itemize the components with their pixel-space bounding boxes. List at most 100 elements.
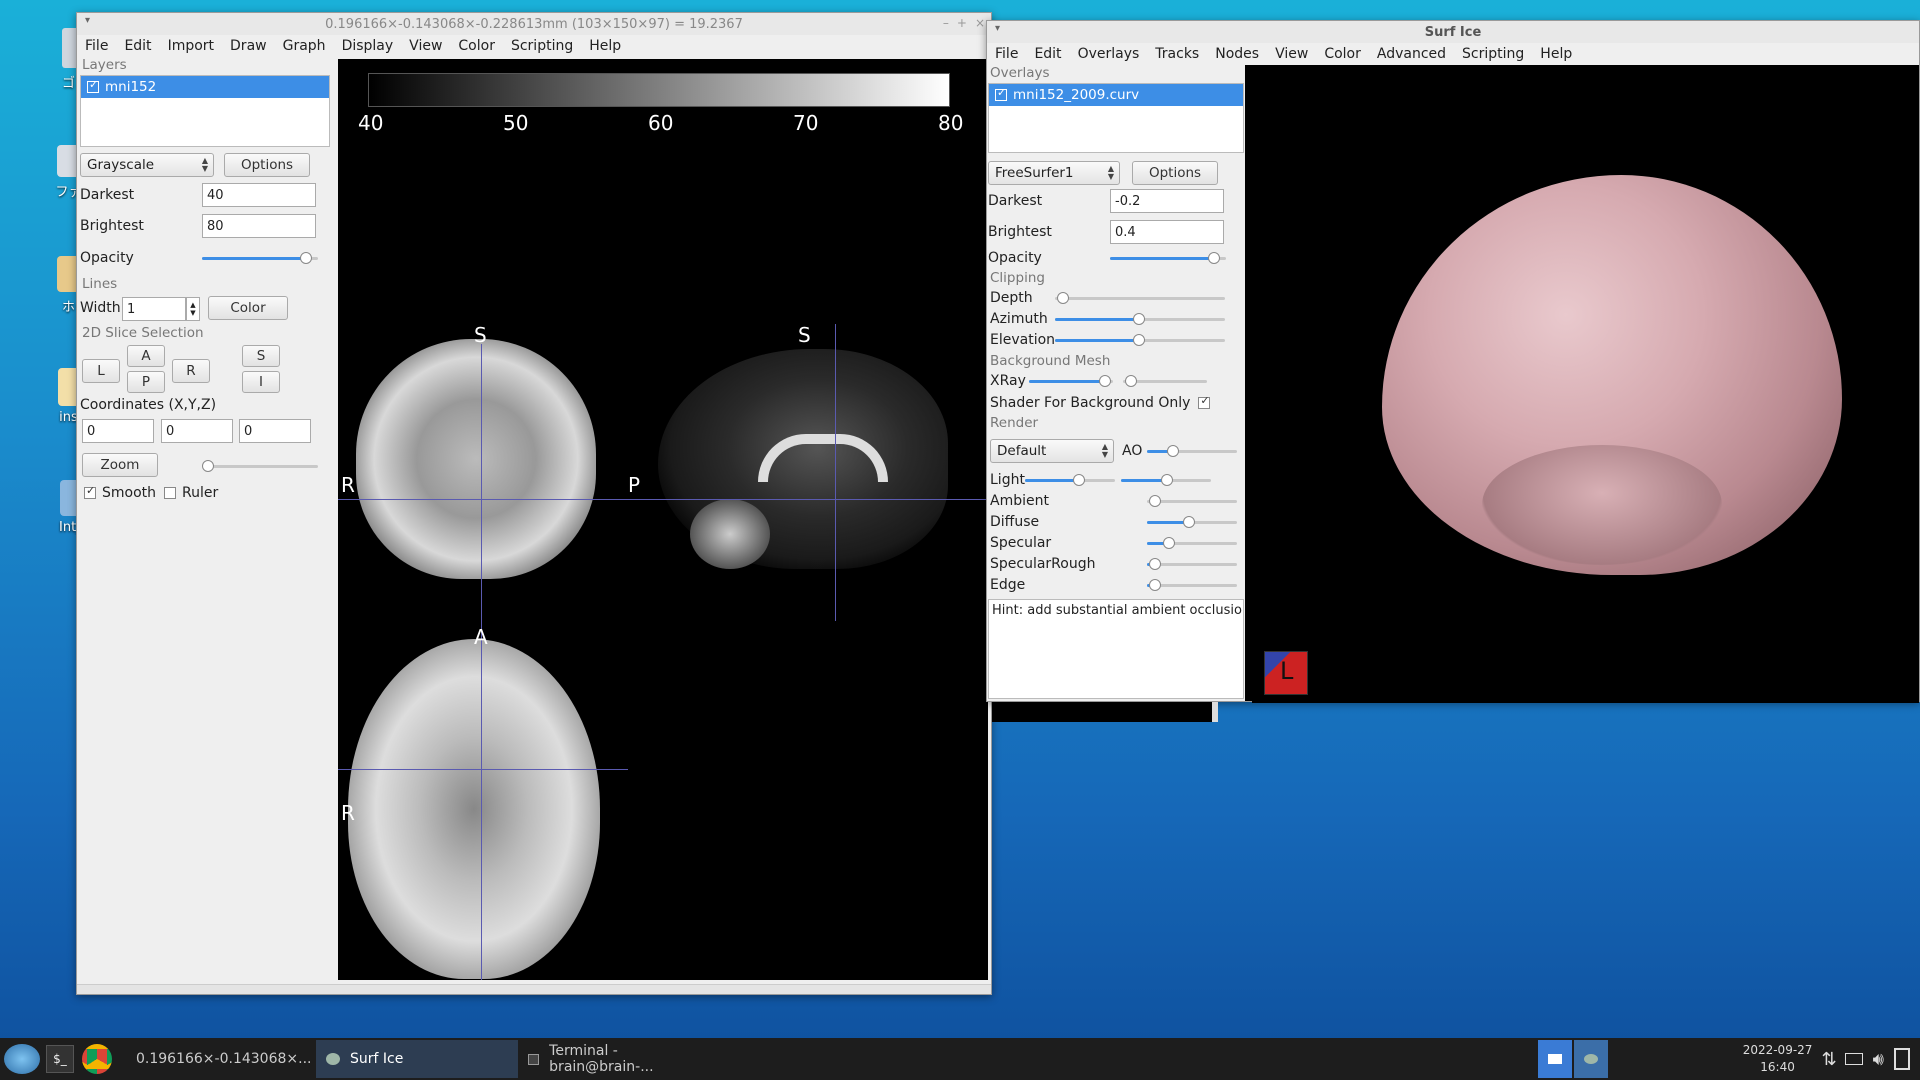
menu-overlays[interactable]: Overlays xyxy=(1070,46,1148,62)
slice-left-button[interactable]: L xyxy=(82,359,120,383)
menu-help[interactable]: Help xyxy=(581,38,629,54)
light-slider-b[interactable] xyxy=(1121,473,1211,487)
brightest-field[interactable]: 80 xyxy=(202,214,316,238)
zoom-slider[interactable] xyxy=(202,459,318,473)
menu-graph[interactable]: Graph xyxy=(275,38,334,54)
zoom-button[interactable]: Zoom xyxy=(82,453,158,477)
slice-posterior-button[interactable]: P xyxy=(127,371,165,393)
task-surfice[interactable]: Surf Ice xyxy=(316,1040,518,1078)
slice-anterior-button[interactable]: A xyxy=(127,345,165,367)
darkest-field[interactable]: 40 xyxy=(202,183,316,207)
darkest-field[interactable]: -0.2 xyxy=(1110,189,1224,213)
ruler-option[interactable]: Ruler xyxy=(164,485,218,501)
line-color-button[interactable]: Color xyxy=(208,296,288,320)
ambient-slider[interactable] xyxy=(1147,494,1237,508)
window-menu-icon[interactable]: ▾ xyxy=(995,23,1000,34)
shader-background-option[interactable]: Shader For Background Only xyxy=(990,394,1216,411)
menu-nodes[interactable]: Nodes xyxy=(1207,46,1267,62)
slice-superior-button[interactable]: S xyxy=(242,345,280,367)
slider-knob[interactable] xyxy=(1133,313,1145,325)
colormap-select[interactable]: Grayscale ▲ ▼ xyxy=(80,153,214,177)
menu-color[interactable]: Color xyxy=(450,38,503,54)
smooth-checkbox[interactable] xyxy=(84,484,96,499)
slice-inferior-button[interactable]: I xyxy=(242,371,280,393)
terminal-launcher-icon[interactable]: $_ xyxy=(46,1045,74,1073)
line-width-field[interactable]: 1 xyxy=(122,297,186,321)
xray-slider-b[interactable] xyxy=(1123,374,1207,388)
menu-draw[interactable]: Draw xyxy=(222,38,275,54)
overlay-visible-checkbox[interactable] xyxy=(995,86,1007,101)
coord-z-field[interactable]: 0 xyxy=(239,419,311,443)
menu-file[interactable]: File xyxy=(987,46,1026,62)
slider-knob[interactable] xyxy=(1183,516,1195,528)
menu-scripting[interactable]: Scripting xyxy=(1454,46,1532,62)
slider-knob[interactable] xyxy=(1163,537,1175,549)
slider-knob[interactable] xyxy=(1149,579,1161,591)
start-menu-icon[interactable] xyxy=(4,1044,40,1074)
clock[interactable]: 2022-09-27 16:40 xyxy=(1738,1042,1818,1076)
smooth-option[interactable]: Smooth xyxy=(84,484,156,501)
slice-viewer-canvas[interactable]: 40 50 60 70 80 S R P S A R xyxy=(338,59,988,980)
slider-knob[interactable] xyxy=(1099,375,1111,387)
ruler-checkbox[interactable] xyxy=(164,487,176,499)
workspace-1[interactable] xyxy=(1537,1040,1572,1078)
minimize-icon[interactable]: – xyxy=(943,16,949,30)
depth-slider[interactable] xyxy=(1055,291,1225,305)
window-menu-icon[interactable]: ▾ xyxy=(85,15,90,26)
maximize-icon[interactable]: + xyxy=(957,16,967,30)
menu-import[interactable]: Import xyxy=(160,38,222,54)
slider-knob[interactable] xyxy=(1161,474,1173,486)
overlays-list[interactable]: mni152_2009.curv xyxy=(988,83,1244,153)
overlay-options-button[interactable]: Options xyxy=(1132,161,1218,185)
xray-slider-a[interactable] xyxy=(1029,374,1113,388)
slider-knob[interactable] xyxy=(1167,445,1179,457)
layer-visible-checkbox[interactable] xyxy=(87,78,99,93)
layer-options-button[interactable]: Options xyxy=(224,153,310,177)
slider-knob[interactable] xyxy=(1149,495,1161,507)
light-slider-a[interactable] xyxy=(1025,473,1115,487)
menu-help[interactable]: Help xyxy=(1532,46,1580,62)
menu-scripting[interactable]: Scripting xyxy=(503,38,581,54)
slider-knob[interactable] xyxy=(202,460,214,472)
network-icon[interactable]: ⇅ xyxy=(1822,1049,1837,1070)
volume-icon[interactable]: 🔊︎ xyxy=(1873,1049,1884,1070)
overlay-opacity-slider[interactable] xyxy=(1110,251,1226,265)
shader-background-checkbox[interactable] xyxy=(1198,394,1211,409)
specular-rough-slider[interactable] xyxy=(1147,557,1237,571)
overlay-item[interactable]: mni152_2009.curv xyxy=(989,84,1243,106)
task-mricrogl[interactable]: 0.196166×-0.143068×... xyxy=(118,1040,316,1078)
chrome-icon[interactable] xyxy=(82,1044,112,1074)
line-width-stepper[interactable]: ▲ ▼ xyxy=(186,297,200,321)
azimuth-slider[interactable] xyxy=(1055,312,1225,326)
menu-display[interactable]: Display xyxy=(334,38,402,54)
menu-view[interactable]: View xyxy=(1267,46,1316,62)
diffuse-slider[interactable] xyxy=(1147,515,1237,529)
mricrogl-titlebar[interactable]: ▾ 0.196166×-0.143068×-0.228613mm (103×15… xyxy=(77,13,991,35)
surface-render-canvas[interactable]: L xyxy=(1252,65,1919,703)
menu-tracks[interactable]: Tracks xyxy=(1147,46,1207,62)
menu-view[interactable]: View xyxy=(401,38,450,54)
keyboard-icon[interactable] xyxy=(1844,1053,1863,1065)
slider-knob[interactable] xyxy=(1073,474,1085,486)
edge-slider[interactable] xyxy=(1147,578,1237,592)
ao-slider[interactable] xyxy=(1147,444,1237,458)
menu-edit[interactable]: Edit xyxy=(116,38,159,54)
overlay-colormap-select[interactable]: FreeSurfer1 ▲ ▼ xyxy=(988,161,1120,185)
slider-knob[interactable] xyxy=(1125,375,1137,387)
slice-right-button[interactable]: R xyxy=(172,359,210,383)
surfice-titlebar[interactable]: ▾ Surf Ice xyxy=(987,21,1919,43)
layer-item[interactable]: mni152 xyxy=(81,76,329,98)
workspace-2[interactable] xyxy=(1573,1040,1608,1078)
coord-y-field[interactable]: 0 xyxy=(161,419,233,443)
layers-list[interactable]: mni152 xyxy=(80,75,330,147)
clipboard-icon[interactable] xyxy=(1894,1048,1910,1070)
menu-file[interactable]: File xyxy=(77,38,116,54)
slider-knob[interactable] xyxy=(1149,558,1161,570)
slider-knob[interactable] xyxy=(300,252,312,264)
slider-knob[interactable] xyxy=(1208,252,1220,264)
shader-select[interactable]: Default ▲ ▼ xyxy=(990,439,1114,463)
slider-knob[interactable] xyxy=(1057,292,1069,304)
brightest-field[interactable]: 0.4 xyxy=(1110,220,1224,244)
elevation-slider[interactable] xyxy=(1055,333,1225,347)
close-icon[interactable]: × xyxy=(975,16,985,30)
